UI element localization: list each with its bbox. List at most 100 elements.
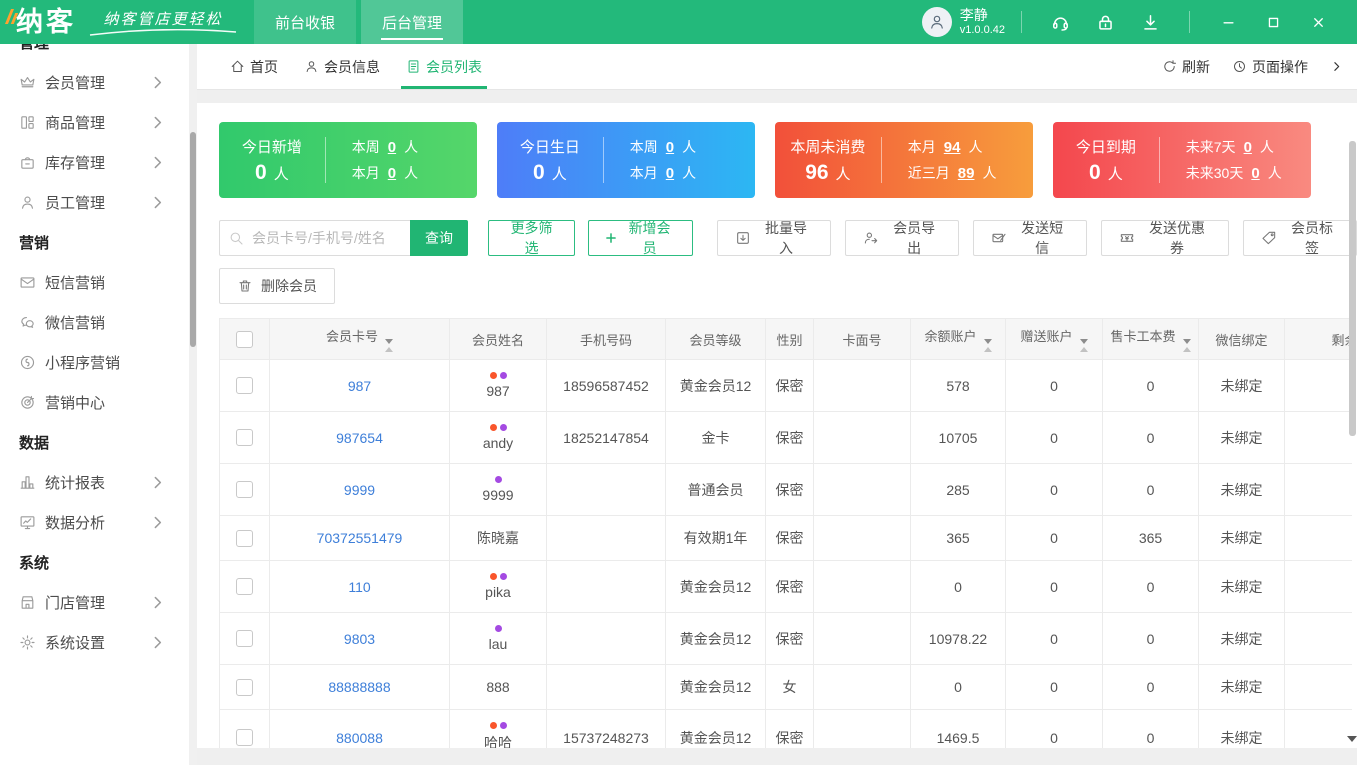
more-filter-button[interactable]: 更多筛选 xyxy=(488,220,575,256)
sort-asc-icon[interactable] xyxy=(984,347,992,352)
sort-desc-icon[interactable] xyxy=(1080,339,1088,344)
column-header-label: 赠送账户 xyxy=(1020,329,1072,344)
sort-asc-icon[interactable] xyxy=(1080,347,1088,352)
row-checkbox[interactable] xyxy=(236,630,253,647)
stat-detail-value[interactable]: 0 xyxy=(388,165,396,182)
gender-cell: 保密 xyxy=(766,516,814,561)
row-checkbox[interactable] xyxy=(236,429,253,446)
plus-icon xyxy=(604,231,618,245)
wechat-bind-cell: 未绑定 xyxy=(1199,710,1285,749)
row-checkbox[interactable] xyxy=(236,530,253,547)
card-number-cell: 70372551479 xyxy=(270,516,450,561)
sidebar-scrollbar-thumb[interactable] xyxy=(190,132,196,347)
sidebar-scrollbar[interactable] xyxy=(189,44,197,765)
toolbar-button[interactable]: 发送优惠券 xyxy=(1101,220,1229,256)
sort-arrows[interactable] xyxy=(1183,339,1191,352)
sort-arrows[interactable] xyxy=(984,339,992,352)
sidebar-item[interactable]: 库存管理 xyxy=(0,142,189,182)
tag-icon xyxy=(1261,230,1277,246)
sidebar-item[interactable]: 短信营销 xyxy=(0,262,189,302)
stat-card-value: 0人 xyxy=(1089,161,1123,185)
search-input[interactable] xyxy=(219,220,410,256)
sort-desc-icon[interactable] xyxy=(385,339,393,344)
stat-detail-value[interactable]: 0 xyxy=(666,139,674,156)
stat-detail-value[interactable]: 89 xyxy=(958,165,975,182)
sort-desc-icon[interactable] xyxy=(984,339,992,344)
sidebar-item[interactable]: 小程序营销 xyxy=(0,342,189,382)
refresh-button[interactable]: 刷新 xyxy=(1162,57,1210,77)
page-ops-expand-icon[interactable] xyxy=(1330,60,1343,73)
stat-detail-value[interactable]: 0 xyxy=(388,139,396,156)
sidebar-item[interactable]: 门店管理 xyxy=(0,582,189,622)
download-icon[interactable] xyxy=(1141,13,1160,32)
toolbar-gray-buttons: 批量导入会员导出发送短信发送优惠券会员标签 xyxy=(717,220,1357,256)
toolbar-button[interactable]: 批量导入 xyxy=(717,220,831,256)
tab-page[interactable]: 首页 xyxy=(217,44,291,89)
stat-detail-value[interactable]: 0 xyxy=(1251,165,1259,182)
member-card-link[interactable]: 987 xyxy=(348,378,371,394)
main-scrollbar-thumb[interactable] xyxy=(1349,141,1356,436)
close-button[interactable] xyxy=(1311,15,1326,30)
sort-desc-icon[interactable] xyxy=(1183,339,1191,344)
member-card-link[interactable]: 110 xyxy=(348,579,370,595)
row-checkbox[interactable] xyxy=(236,481,253,498)
avatar[interactable] xyxy=(922,7,952,37)
gender-cell: 保密 xyxy=(766,710,814,749)
column-header: 会员姓名 xyxy=(450,319,547,360)
delete-member-button[interactable]: 删除会员 xyxy=(219,268,335,304)
row-checkbox[interactable] xyxy=(236,377,253,394)
sidebar-item[interactable]: 数据分析 xyxy=(0,502,189,542)
page-ops-button[interactable]: 页面操作 xyxy=(1232,57,1308,77)
sort-arrows[interactable] xyxy=(1080,339,1088,352)
member-card-link[interactable]: 9803 xyxy=(344,631,375,647)
headset-icon[interactable] xyxy=(1051,13,1070,32)
sort-asc-icon[interactable] xyxy=(385,347,393,352)
member-tag-dots xyxy=(453,476,543,483)
maximize-button[interactable] xyxy=(1266,15,1281,30)
select-all-checkbox[interactable] xyxy=(236,331,253,348)
card-number-cell: 110 xyxy=(270,561,450,613)
row-checkbox[interactable] xyxy=(236,679,253,696)
topbar-nav-tab[interactable]: 前台收银 xyxy=(254,0,356,44)
add-member-button[interactable]: 新增会员 xyxy=(588,220,693,256)
balance-cell: 1469.5 xyxy=(911,710,1006,749)
table-row: 98798718596587452黄金会员12保密 57800未绑定 xyxy=(220,360,1353,412)
tab-page[interactable]: 会员信息 xyxy=(291,44,393,89)
card-number-cell: 9803 xyxy=(270,613,450,665)
scrollbar-down-arrow-icon[interactable] xyxy=(1347,736,1357,742)
sidebar-item[interactable]: 商品管理 xyxy=(0,102,189,142)
column-header-label: 会员姓名 xyxy=(472,333,524,348)
topbar-nav-tab[interactable]: 后台管理 xyxy=(361,0,463,44)
row-checkbox[interactable] xyxy=(236,578,253,595)
toolbar-button[interactable]: 会员标签 xyxy=(1243,220,1357,256)
sort-asc-icon[interactable] xyxy=(1183,347,1191,352)
table-row: 70372551479陈晓嘉 有效期1年保密 3650365未绑定 xyxy=(220,516,1353,561)
toolbar-button[interactable]: 会员导出 xyxy=(845,220,959,256)
tab-active[interactable]: 会员列表 xyxy=(393,44,495,89)
sidebar-item[interactable]: 员工管理 xyxy=(0,182,189,222)
sidebar-item[interactable]: 微信营销 xyxy=(0,302,189,342)
lock-icon[interactable] xyxy=(1096,13,1115,32)
stat-detail-value[interactable]: 0 xyxy=(1244,139,1252,156)
member-card-link[interactable]: 880088 xyxy=(336,730,383,746)
toolbar-button[interactable]: 发送短信 xyxy=(973,220,1087,256)
query-button[interactable]: 查询 xyxy=(410,220,468,256)
row-checkbox[interactable] xyxy=(236,729,253,746)
sidebar-item[interactable]: 营销中心 xyxy=(0,382,189,422)
phone-cell xyxy=(547,561,666,613)
member-card-link[interactable]: 70372551479 xyxy=(317,530,403,546)
sort-arrows[interactable] xyxy=(385,339,393,352)
member-card-link[interactable]: 88888888 xyxy=(328,679,390,695)
sidebar-item[interactable]: 系统设置 xyxy=(0,622,189,662)
stat-detail-value[interactable]: 0 xyxy=(666,165,674,182)
sidebar-item[interactable]: 统计报表 xyxy=(0,462,189,502)
sidebar-item-label: 员工管理 xyxy=(45,192,149,213)
main-scrollbar[interactable] xyxy=(1347,103,1357,748)
sidebar-item[interactable]: 会员管理 xyxy=(0,62,189,102)
extra-cell xyxy=(1285,516,1353,561)
stat-detail-value[interactable]: 94 xyxy=(944,139,961,156)
row-checkbox-cell xyxy=(220,613,270,665)
member-card-link[interactable]: 987654 xyxy=(336,430,383,446)
member-card-link[interactable]: 9999 xyxy=(344,482,375,498)
minimize-button[interactable] xyxy=(1221,15,1236,30)
